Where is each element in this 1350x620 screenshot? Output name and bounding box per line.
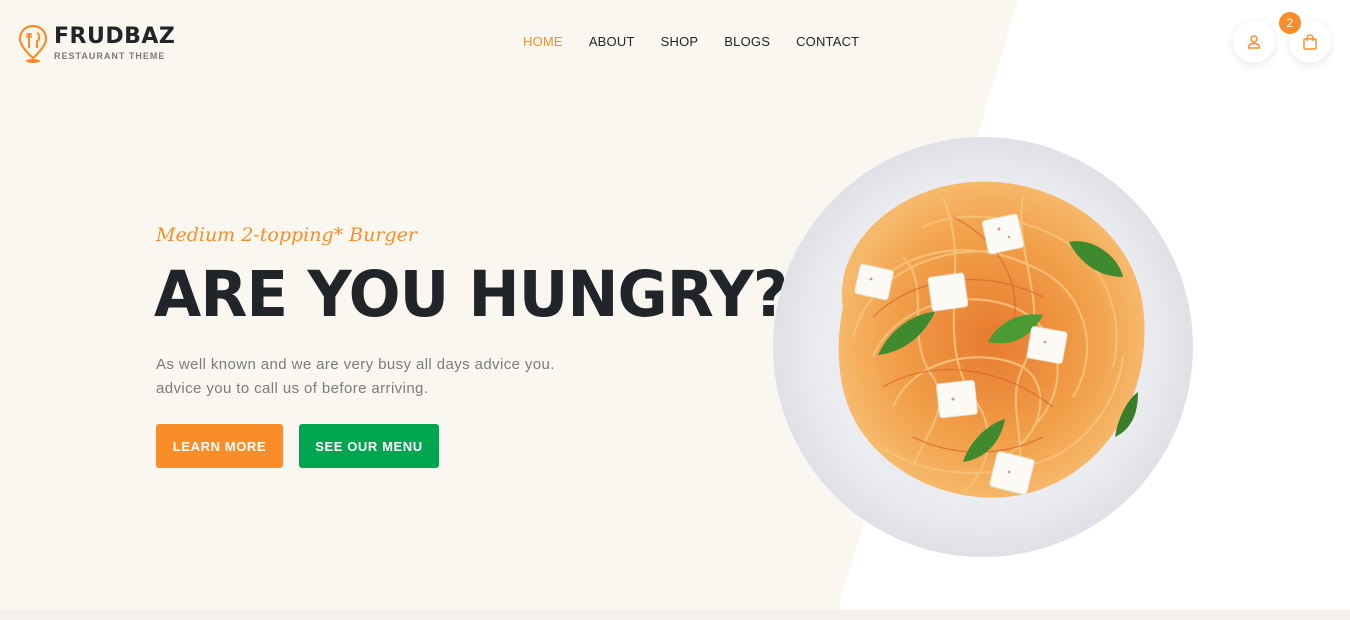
nav-item-home[interactable]: HOME: [523, 34, 563, 49]
hero-description: As well known and we are very busy all d…: [156, 353, 555, 401]
hero-tagline: Medium 2-topping* Burger: [156, 224, 417, 246]
nav-item-contact[interactable]: CONTACT: [796, 34, 859, 49]
restaurant-pin-icon: [18, 24, 48, 63]
account-button[interactable]: [1233, 21, 1275, 63]
brand-logo[interactable]: FRUDBAZ RESTAURANT THEME: [18, 24, 175, 64]
hero-headline: ARE YOU HUNGRY?: [154, 258, 788, 331]
cart-count-badge: 2: [1279, 12, 1301, 34]
spaghetti-plate-image: [773, 137, 1193, 557]
learn-more-button[interactable]: LEARN MORE: [156, 424, 283, 468]
main-nav: HOME ABOUT SHOP BLOGS CONTACT: [523, 34, 885, 49]
shopping-bag-icon: [1303, 34, 1317, 50]
see-menu-button[interactable]: SEE OUR MENU: [299, 424, 439, 468]
brand-name: FRUDBAZ: [54, 24, 176, 49]
nav-item-shop[interactable]: SHOP: [661, 34, 699, 49]
nav-item-about[interactable]: ABOUT: [589, 34, 635, 49]
user-icon: [1247, 35, 1261, 49]
hero-description-line-1: As well known and we are very busy all d…: [156, 356, 555, 373]
nav-item-blogs[interactable]: BLOGS: [724, 34, 770, 49]
brand-subtitle: RESTAURANT THEME: [54, 51, 166, 61]
hero-description-line-2: advice you to call us of before arriving…: [156, 380, 429, 397]
